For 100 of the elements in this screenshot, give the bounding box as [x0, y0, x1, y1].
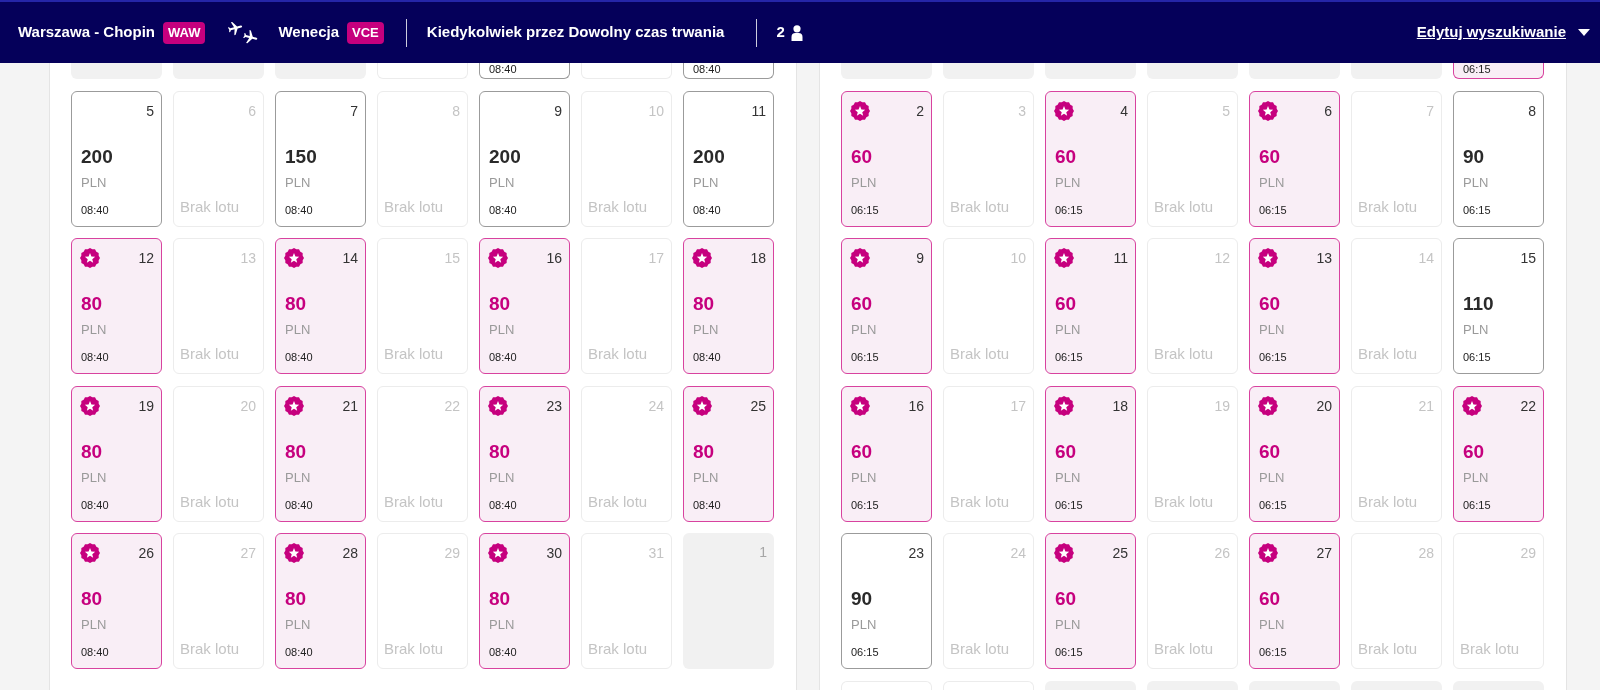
day-cell[interactable]: 30 80 PLN 08:40 — [479, 533, 570, 669]
day-cell[interactable]: 18 60 PLN 06:15 — [1045, 385, 1136, 522]
day-number: 12 — [138, 249, 154, 268]
no-flight-label: Brak lotu — [950, 491, 1010, 512]
departure-time: 08:40 — [489, 350, 517, 364]
price: 90 — [1463, 144, 1485, 169]
no-flight-label: Brak lotu — [588, 491, 648, 512]
airport-code-badge: WAW — [162, 21, 206, 44]
no-flight-label: Brak lotu — [1154, 196, 1214, 217]
no-flight-label: Brak lotu — [384, 491, 444, 512]
day-number: 29 — [444, 544, 460, 563]
departure-time: 08:40 — [285, 645, 313, 659]
departure-time: 06:15 — [1259, 202, 1287, 217]
currency-label: PLN — [1055, 173, 1081, 192]
price: 60 — [1055, 587, 1077, 611]
day-cell[interactable]: 18 80 PLN 08:40 — [683, 238, 774, 374]
currency-label: PLN — [285, 468, 311, 487]
origin-city: Warszawa - Chopin — [18, 22, 155, 43]
currency-label: PLN — [1055, 616, 1081, 634]
price: 60 — [851, 292, 873, 316]
day-number: 7 — [1426, 101, 1434, 121]
no-flight-label: Brak lotu — [384, 344, 444, 364]
promo-star-icon — [1054, 395, 1074, 416]
day-number: 15 — [1520, 249, 1536, 268]
day-cell[interactable]: 23 90 PLN 06:15 — [841, 533, 932, 669]
day-number: 17 — [1010, 396, 1026, 416]
day-cell[interactable]: 19 80 PLN 08:40 — [71, 385, 162, 522]
day-cell[interactable]: 16 80 PLN 08:40 — [479, 238, 570, 374]
day-number: 29 — [1520, 544, 1536, 563]
day-cell[interactable]: 16 60 PLN 06:15 — [841, 385, 932, 522]
day-cell[interactable]: 08:40 — [479, 63, 570, 79]
day-number: 14 — [1418, 249, 1434, 268]
day-number: 26 — [138, 544, 154, 563]
day-number: 5 — [1222, 101, 1230, 121]
day-cell[interactable]: 11 200 PLN 08:40 — [683, 90, 774, 227]
day-cell[interactable]: 13 60 PLN 06:15 — [1249, 238, 1340, 374]
day-number: 3 — [1018, 101, 1026, 121]
day-cell[interactable]: 14 80 PLN 08:40 — [275, 238, 366, 374]
price: 60 — [1463, 439, 1485, 464]
day-cell[interactable]: 6 60 PLN 06:15 — [1249, 90, 1340, 227]
price: 200 — [81, 144, 113, 169]
day-cell[interactable]: 21 80 PLN 08:40 — [275, 385, 366, 522]
currency-label: PLN — [693, 321, 719, 339]
day-cell[interactable]: 9 60 PLN 06:15 — [841, 238, 932, 374]
day-cell[interactable]: 22 60 PLN 06:15 — [1453, 385, 1544, 522]
promo-star-icon — [284, 543, 304, 563]
day-number: 9 — [554, 101, 562, 121]
price: 60 — [1055, 144, 1077, 169]
no-flight-label: Brak lotu — [1154, 639, 1214, 659]
day-number: 15 — [444, 249, 460, 268]
promo-star-icon — [1258, 248, 1278, 268]
day-cell[interactable]: 7 150 PLN 08:40 — [275, 90, 366, 227]
day-number: 27 — [1316, 544, 1332, 563]
day-number: 20 — [240, 396, 256, 416]
departure-time: 08:40 — [489, 63, 517, 75]
day-cell[interactable]: 25 80 PLN 08:40 — [683, 385, 774, 522]
departure-time: 08:40 — [693, 63, 721, 75]
day-number: 19 — [1214, 396, 1230, 416]
day-cell[interactable]: 11 60 PLN 06:15 — [1045, 238, 1136, 374]
day-cell[interactable]: 06:15 — [1453, 63, 1544, 79]
day-cell[interactable]: 8 90 PLN 06:15 — [1453, 90, 1544, 227]
departure-time: 06:15 — [1463, 350, 1491, 364]
day-number: 23 — [546, 396, 562, 416]
price: 80 — [81, 587, 103, 611]
day-cell[interactable]: 25 60 PLN 06:15 — [1045, 533, 1136, 669]
caret-down-icon[interactable] — [1578, 29, 1590, 36]
currency-label: PLN — [851, 616, 877, 634]
no-flight-label: Brak lotu — [180, 344, 240, 364]
departure-time: 08:40 — [489, 202, 517, 217]
price: 60 — [851, 144, 873, 169]
promo-star-icon — [80, 395, 100, 416]
price: 60 — [1259, 144, 1281, 169]
departure-time: 06:15 — [1463, 202, 1491, 217]
day-cell[interactable]: 08:40 — [683, 63, 774, 79]
day-cell[interactable]: 23 80 PLN 08:40 — [479, 385, 570, 522]
departure-time: 08:40 — [81, 645, 109, 659]
day-cell[interactable]: 27 60 PLN 06:15 — [1249, 533, 1340, 669]
departure-time: 06:15 — [851, 645, 879, 659]
day-number: 22 — [1520, 396, 1536, 416]
day-number: 13 — [1316, 249, 1332, 268]
day-cell[interactable]: 2 60 PLN 06:15 — [841, 90, 932, 227]
day-cell[interactable]: 20 60 PLN 06:15 — [1249, 385, 1340, 522]
day-number: 28 — [342, 544, 358, 563]
departure-time: 06:15 — [851, 202, 879, 217]
day-number: 6 — [248, 101, 256, 121]
departure-time: 08:40 — [285, 202, 313, 217]
day-cell[interactable]: 9 200 PLN 08:40 — [479, 90, 570, 227]
day-number: 11 — [1113, 249, 1128, 268]
day-cell[interactable]: 28 80 PLN 08:40 — [275, 533, 366, 669]
day-number: 10 — [1010, 249, 1026, 268]
currency-label: PLN — [1463, 468, 1489, 487]
price: 60 — [1259, 439, 1281, 464]
day-cell[interactable]: 4 60 PLN 06:15 — [1045, 90, 1136, 227]
departure-time: 06:15 — [1259, 350, 1287, 364]
promo-star-icon — [850, 100, 870, 121]
day-cell[interactable]: 12 80 PLN 08:40 — [71, 238, 162, 374]
edit-search-link[interactable]: Edytuj wyszukiwanie — [1416, 21, 1566, 44]
day-cell[interactable]: 5 200 PLN 08:40 — [71, 90, 162, 227]
day-cell[interactable]: 26 80 PLN 08:40 — [71, 533, 162, 669]
day-cell[interactable]: 15 110 PLN 06:15 — [1453, 238, 1544, 374]
